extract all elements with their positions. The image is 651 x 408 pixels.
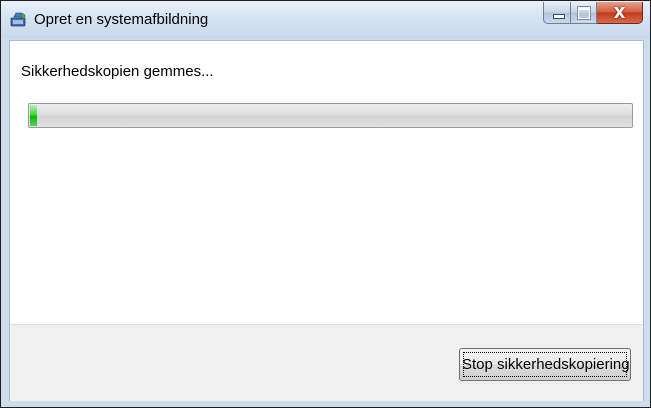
- title-bar[interactable]: Opret en systemafbildning X: [1, 1, 650, 39]
- dialog-footer: Stop sikkerhedskopiering: [10, 324, 643, 401]
- backup-progress-bar: [28, 103, 633, 128]
- minimize-icon: [553, 14, 565, 19]
- backup-dialog-window: Opret en systemafbildning X Sikkerhedsko…: [0, 0, 651, 408]
- progress-fill: [30, 105, 37, 126]
- close-icon: X: [613, 4, 626, 22]
- system-image-backup-icon: [10, 12, 26, 27]
- dialog-content: Sikkerhedskopien gemmes... Stop sikkerhe…: [9, 40, 644, 401]
- close-button[interactable]: X: [597, 2, 643, 24]
- stop-backup-button-label: Stop sikkerhedskopiering: [462, 356, 630, 373]
- maximize-icon: [577, 6, 591, 20]
- caption-buttons: X: [543, 2, 643, 25]
- stop-backup-button[interactable]: Stop sikkerhedskopiering: [459, 348, 631, 381]
- minimize-button[interactable]: [543, 2, 571, 24]
- status-text: Sikkerhedskopien gemmes...: [21, 63, 214, 80]
- window-title: Opret en systemafbildning: [34, 11, 209, 28]
- maximize-button[interactable]: [571, 2, 597, 24]
